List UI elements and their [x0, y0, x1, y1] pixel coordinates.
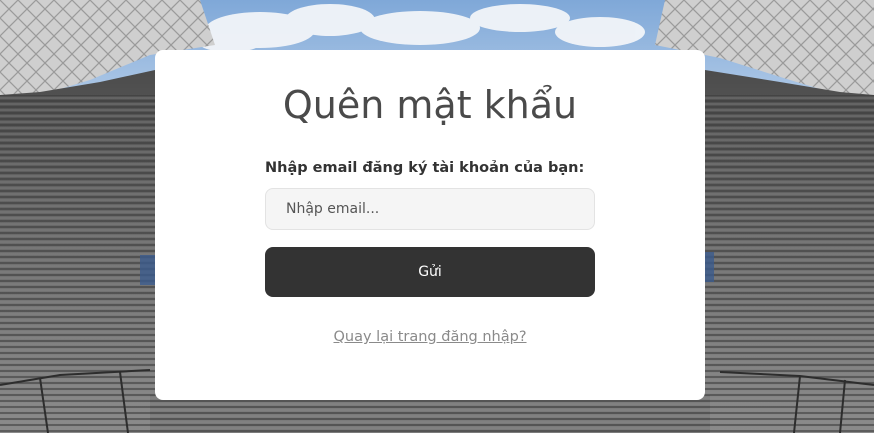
email-label: Nhập email đăng ký tài khoản của bạn: [265, 160, 585, 176]
email-input[interactable] [265, 188, 595, 230]
page-title: Quên mật khẩu [282, 83, 578, 127]
page: Quên mật khẩu Nhập email đăng ký tài kho… [0, 0, 874, 433]
forgot-password-card: Quên mật khẩu Nhập email đăng ký tài kho… [155, 50, 705, 400]
submit-button[interactable]: Gửi [265, 247, 595, 297]
back-to-login-link[interactable]: Quay lại trang đăng nhập? [155, 329, 705, 345]
